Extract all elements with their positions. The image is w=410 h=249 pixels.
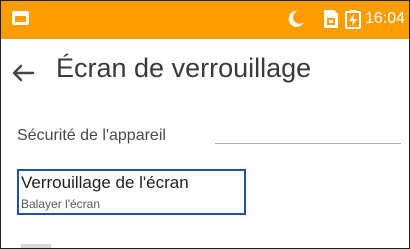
next-list-item[interactable] [21,244,51,248]
battery-charging-icon [345,10,361,29]
section-divider [215,143,401,144]
back-arrow-icon[interactable] [11,63,35,83]
moon-icon [288,10,304,27]
section-header: Sécurité de l'appareil [17,127,166,144]
status-bar: 16:04 [1,1,409,39]
app-notification-icon [12,11,29,25]
page-title: Écran de verrouillage [56,53,312,83]
screen-lock-summary: Balayer l'écran [21,197,100,211]
screen-lock-title: Verrouillage de l'écran [21,173,189,192]
status-time: 16:04 [365,10,406,27]
sim-icon [324,10,338,28]
settings-screen: 16:04 Écran de verrouillage Sécurité de … [0,0,410,249]
